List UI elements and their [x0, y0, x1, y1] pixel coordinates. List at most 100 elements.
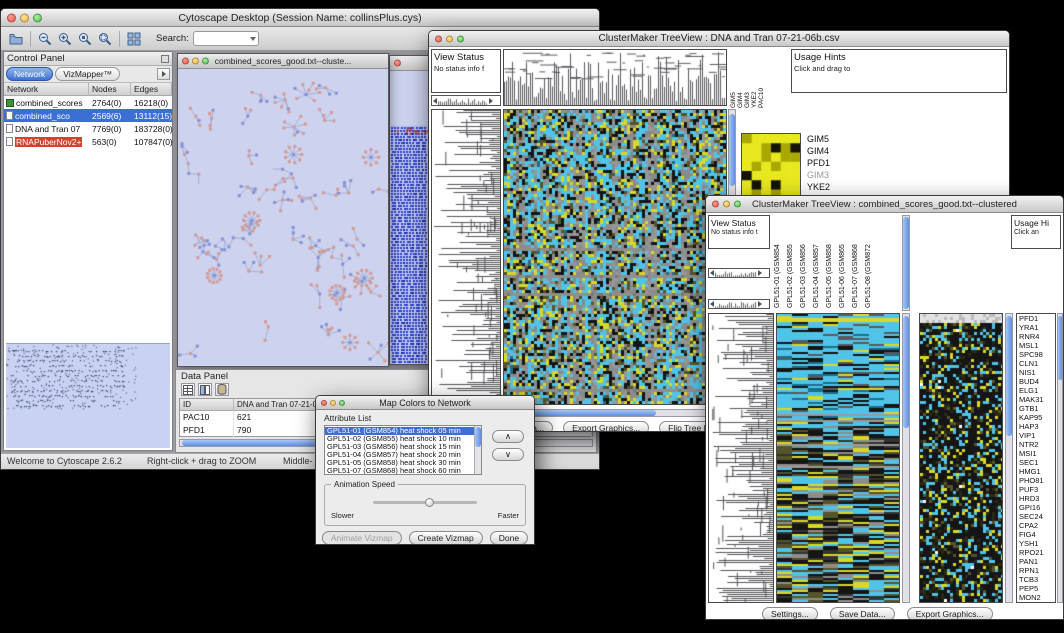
tab-network[interactable]: Network	[6, 67, 53, 81]
gene-label[interactable]: YKE2	[807, 181, 835, 193]
animation-speed-slider[interactable]	[425, 498, 434, 507]
dialog-done-button[interactable]: Done	[490, 531, 528, 544]
minimize-button[interactable]	[20, 13, 29, 22]
network-list-row[interactable]: DNA and Tran 077769(0)183728(0)	[4, 122, 172, 135]
secondary-heatmap-canvas[interactable]	[920, 314, 1002, 602]
table-icon[interactable]	[181, 383, 195, 396]
gene-label[interactable]: CLN1	[1019, 359, 1055, 368]
close-button[interactable]	[182, 58, 189, 65]
column-label[interactable]: GPL51-04 (GSM857	[813, 216, 826, 308]
column-header-nodes[interactable]: Nodes	[89, 83, 131, 96]
zoom-out-icon[interactable]	[35, 29, 55, 49]
gene-label[interactable]: HAP3	[1019, 422, 1055, 431]
zoom-fit-icon[interactable]	[95, 29, 115, 49]
gene-label[interactable]: YRA1	[1019, 323, 1055, 332]
background-window-titlebar[interactable]	[390, 56, 428, 71]
scrollbar-thumb[interactable]	[729, 114, 735, 186]
column-label[interactable]: GPL51-02 (GSM855	[787, 216, 800, 308]
row-dendrogram-canvas[interactable]	[709, 314, 773, 602]
minimize-button[interactable]	[723, 201, 730, 208]
close-button[interactable]	[7, 13, 16, 22]
column-label[interactable]: GPL51-07 (GSM868	[852, 216, 865, 308]
gene-label[interactable]: PEP5	[1019, 584, 1055, 593]
dialog-titlebar[interactable]: Map Colors to Network	[316, 396, 534, 410]
close-button[interactable]	[394, 60, 401, 67]
close-button[interactable]	[321, 400, 327, 406]
dna-export-graphics-button[interactable]: Export Graphics...	[563, 421, 649, 431]
gene-label[interactable]: ELG1	[1019, 386, 1055, 395]
select-columns-icon[interactable]	[198, 383, 212, 396]
list-scrollbar[interactable]	[474, 426, 481, 474]
mini-dendrogram-canvas[interactable]	[715, 301, 757, 308]
column-header-edges[interactable]: Edges	[131, 83, 172, 96]
vertical-scrollbar[interactable]	[1005, 313, 1013, 603]
gene-label[interactable]: GIM5	[807, 133, 835, 145]
gene-label[interactable]: PFD1	[1019, 314, 1055, 323]
tab-overflow-button[interactable]	[157, 68, 170, 80]
gene-label[interactable]: VIP1	[1019, 431, 1055, 440]
tv-export-graphics-button[interactable]: Export Graphics...	[907, 607, 993, 619]
gene-label[interactable]: GIM3	[807, 169, 835, 181]
grid-icon[interactable]	[124, 29, 144, 49]
gene-label[interactable]: MSL1	[1019, 341, 1055, 350]
heatmap-canvas[interactable]	[777, 314, 899, 602]
tree-nav-strip[interactable]	[708, 268, 770, 278]
gene-label[interactable]: GTB1	[1019, 404, 1055, 413]
row-dendrogram-canvas[interactable]	[432, 110, 500, 404]
column-label[interactable]: YKE2	[751, 50, 758, 108]
scrollbar-thumb[interactable]	[475, 427, 481, 447]
gene-label[interactable]: PUF3	[1019, 485, 1055, 494]
combined-titlebar[interactable]: ClusterMaker TreeView : combined_scores_…	[706, 196, 1063, 213]
column-label[interactable]: GIM5	[730, 50, 737, 108]
tab-vizmapper[interactable]: VizMapper™	[55, 67, 120, 81]
heatmap-canvas[interactable]	[504, 110, 726, 404]
gene-label[interactable]: KAP95	[1019, 413, 1055, 422]
column-label[interactable]: GPL51-06 (GSM865	[839, 216, 852, 308]
column-label[interactable]: GPL51-05 (GSM858	[826, 216, 839, 308]
open-folder-icon[interactable]	[6, 29, 26, 49]
database-icon[interactable]	[215, 383, 229, 396]
gene-label[interactable]: GIM4	[807, 145, 835, 157]
network-list-row[interactable]: combined_scores2764(0)16218(0)	[4, 96, 172, 109]
minimize-button[interactable]	[330, 400, 336, 406]
zoom-button[interactable]	[202, 58, 209, 65]
gene-label[interactable]: CPA2	[1019, 521, 1055, 530]
zoom-button[interactable]	[33, 13, 42, 22]
vertical-scrollbar[interactable]	[902, 313, 910, 603]
zoom-in-icon[interactable]	[55, 29, 75, 49]
minimize-button[interactable]	[192, 58, 199, 65]
network-canvas[interactable]	[178, 69, 388, 366]
scrollbar-thumb[interactable]	[903, 217, 909, 309]
close-button[interactable]	[435, 35, 442, 42]
column-label[interactable]: GPL51-08 (GSM872	[865, 216, 878, 308]
network-list-row[interactable]: RNAPuberNov2+563(0)107847(0)	[4, 135, 172, 148]
tree-nav-strip[interactable]	[431, 95, 501, 106]
column-label[interactable]: GIM3	[744, 50, 751, 108]
horizontal-scrollbar[interactable]	[503, 409, 727, 417]
main-titlebar[interactable]: Cytoscape Desktop (Session Name: collins…	[1, 9, 599, 27]
gene-label[interactable]: MAK31	[1019, 395, 1055, 404]
network-window-titlebar[interactable]: combined_scores_good.txt--cluste...	[178, 54, 388, 69]
gene-label[interactable]: GPI16	[1019, 503, 1055, 512]
column-label[interactable]: PAC10	[758, 50, 765, 108]
minimize-button[interactable]	[446, 35, 453, 42]
gene-label[interactable]: RPO21	[1019, 548, 1055, 557]
gene-label[interactable]: NTR2	[1019, 440, 1055, 449]
move-down-button[interactable]: ∨	[492, 448, 524, 461]
tree-nav-strip[interactable]	[708, 299, 770, 309]
gene-label[interactable]: PFD1	[807, 157, 835, 169]
tv-settings-button[interactable]: Settings...	[762, 607, 818, 619]
zoom-button[interactable]	[339, 400, 345, 406]
gene-label[interactable]: YSH1	[1019, 539, 1055, 548]
gene-label[interactable]: MSI1	[1019, 449, 1055, 458]
scroll-left-icon[interactable]	[710, 301, 714, 307]
gene-label[interactable]: SEC24	[1019, 512, 1055, 521]
column-label[interactable]: GPL51-01 (GSM854	[774, 216, 787, 308]
gene-label[interactable]: PAN1	[1019, 557, 1055, 566]
network-overview-canvas[interactable]	[6, 343, 170, 448]
scroll-left-icon[interactable]	[710, 270, 714, 276]
scroll-right-icon[interactable]	[489, 98, 493, 104]
mini-dendrogram-canvas[interactable]	[715, 270, 757, 277]
column-header-network[interactable]: Network	[4, 83, 89, 96]
vertical-scrollbar[interactable]	[1057, 313, 1063, 603]
